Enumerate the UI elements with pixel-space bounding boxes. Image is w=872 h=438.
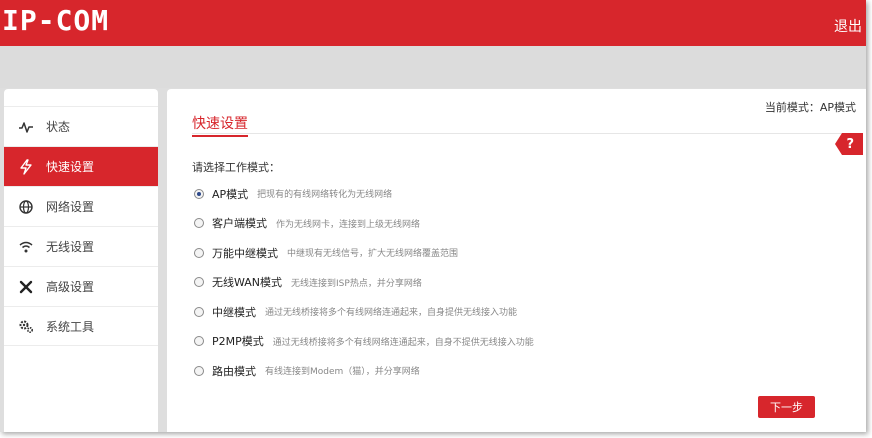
radio-button[interactable]	[194, 218, 204, 229]
mode-option-universal-repeater[interactable]: 万能中继模式 中继现有无线信号，扩大无线网络覆盖范围	[194, 238, 534, 268]
mode-name: AP模式	[212, 187, 249, 201]
globe-icon	[18, 199, 34, 215]
help-icon: ?	[846, 136, 854, 152]
mode-description: 把现有的有线网络转化为无线网络	[257, 190, 393, 201]
mode-name: P2MP模式	[212, 335, 264, 349]
radio-button[interactable]	[194, 247, 204, 258]
sidebar-item-label: 网络设置	[46, 200, 95, 214]
sidebar-item-system-tools[interactable]: 系统工具	[4, 306, 158, 346]
sidebar-item-label: 无线设置	[46, 240, 95, 254]
pulse-icon	[18, 119, 34, 135]
mode-option-repeater[interactable]: 中继模式 通过无线桥接将多个有线网络连通起来，自身提供无线接入功能	[194, 297, 534, 327]
mode-description: 中继现有无线信号，扩大无线网络覆盖范围	[287, 249, 459, 260]
sidebar-item-label: 快速设置	[46, 160, 95, 174]
mode-name: 无线WAN模式	[212, 276, 283, 290]
sidebar-item-label: 状态	[46, 120, 71, 134]
next-step-button[interactable]: 下一步	[758, 396, 815, 418]
sidebar-item-label: 高级设置	[46, 280, 95, 294]
mode-name: 路由模式	[212, 364, 256, 378]
top-header: IP-COM 退出	[0, 0, 866, 46]
mode-options: AP模式 把现有的有线网络转化为无线网络 客户端模式 作为无线网卡，连接到上级无…	[194, 179, 534, 386]
radio-button[interactable]	[194, 277, 204, 288]
mode-description: 通过无线桥接将多个有线网络连通起来，自身不提供无线接入功能	[272, 337, 534, 348]
help-button[interactable]: ?	[835, 133, 863, 155]
mode-description: 作为无线网卡，连接到上级无线网络	[276, 219, 421, 230]
mode-option-ap[interactable]: AP模式 把现有的有线网络转化为无线网络	[194, 179, 534, 209]
sidebar-item-network[interactable]: 网络设置	[4, 186, 158, 226]
mode-prompt: 请选择工作模式：	[192, 161, 280, 174]
brand-logo: IP-COM	[2, 4, 110, 37]
sidebar-item-wireless[interactable]: 无线设置	[4, 226, 158, 266]
mode-option-wireless-wan[interactable]: 无线WAN模式 无线连接到ISP热点，并分享网络	[194, 268, 534, 298]
app-window: IP-COM 退出 状态 快速设置 网络设置 无线设置 高级设置 系统工具 当前…	[0, 0, 866, 432]
radio-button[interactable]	[194, 336, 204, 347]
mode-description: 通过无线桥接将多个有线网络连通起来，自身提供无线接入功能	[265, 308, 518, 319]
current-mode-text: 当前模式：AP模式	[764, 101, 856, 114]
sidebar-menu: 状态 快速设置 网络设置 无线设置 高级设置 系统工具	[4, 106, 158, 346]
sidebar-item-quick-setup[interactable]: 快速设置	[4, 146, 158, 186]
sidebar-item-advanced[interactable]: 高级设置	[4, 266, 158, 306]
wifi-icon	[18, 239, 34, 255]
sidebar-item-label: 系统工具	[46, 319, 95, 334]
sidebar-item-status[interactable]: 状态	[4, 106, 158, 146]
sidebar: 状态 快速设置 网络设置 无线设置 高级设置 系统工具	[4, 89, 158, 432]
tools-icon	[18, 279, 34, 295]
mode-name: 客户端模式	[212, 217, 267, 231]
title-divider	[192, 133, 855, 134]
mode-description: 无线连接到ISP热点，并分享网络	[291, 278, 422, 289]
logout-link[interactable]: 退出	[834, 16, 862, 36]
radio-button[interactable]	[194, 306, 204, 317]
gears-icon	[18, 318, 34, 334]
mode-option-client[interactable]: 客户端模式 作为无线网卡，连接到上级无线网络	[194, 209, 534, 239]
mode-description: 有线连接到Modem（猫），并分享网络	[265, 367, 420, 378]
main-panel: 当前模式：AP模式 快速设置 ? 请选择工作模式： AP模式 把现有的有线网络转…	[167, 89, 866, 432]
mode-option-p2mp[interactable]: P2MP模式 通过无线桥接将多个有线网络连通起来，自身不提供无线接入功能	[194, 327, 534, 357]
mode-name: 中继模式	[212, 305, 256, 319]
radio-button[interactable]	[194, 365, 204, 376]
mode-option-router[interactable]: 路由模式 有线连接到Modem（猫），并分享网络	[194, 356, 534, 386]
sub-header-bar	[0, 46, 866, 88]
lightning-icon	[18, 158, 34, 175]
radio-button[interactable]	[194, 188, 204, 199]
mode-name: 万能中继模式	[212, 246, 278, 260]
